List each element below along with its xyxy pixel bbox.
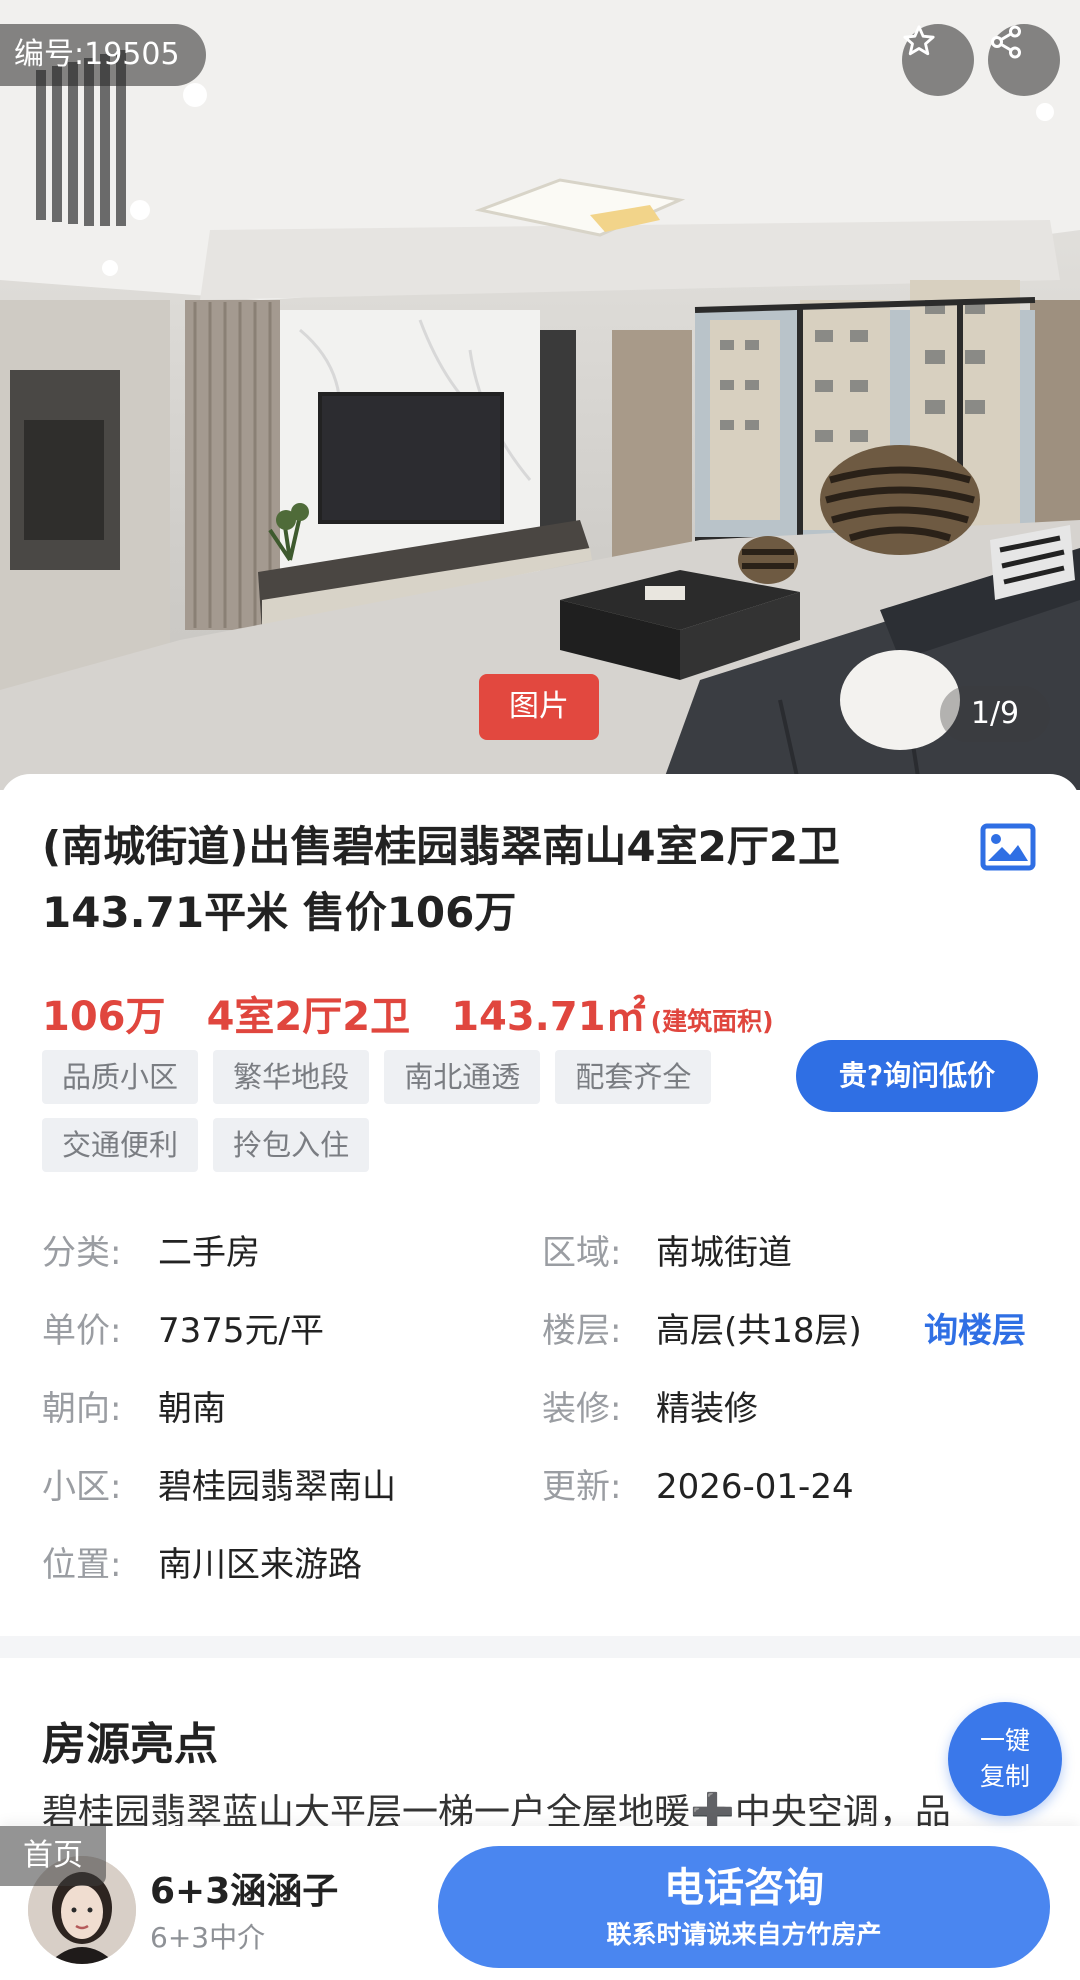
detail-row: 单价: 7375元/平 楼层: 高层(共18层) 询楼层 xyxy=(42,1292,1042,1370)
photo-counter: 1/9 xyxy=(940,686,1050,742)
community-value: 碧桂园翡翠南山 xyxy=(158,1467,396,1507)
call-button-subtitle: 联系时请说来自方竹房产 xyxy=(606,1920,882,1949)
call-button-label: 电话咨询 xyxy=(664,1865,824,1911)
agent-name: 6+3涵涵子 xyxy=(150,1871,339,1912)
agent-agency: 6+3中介 xyxy=(150,1921,266,1954)
phone-consult-button[interactable]: 电话咨询 联系时请说来自方竹房产 xyxy=(438,1846,1050,1968)
updated-label: 更新: xyxy=(542,1467,622,1507)
feature-tag: 交通便利 xyxy=(42,1118,199,1172)
feature-tags: 品质小区 繁华地段 南北通透 配套齐全 交通便利 拎包入住 xyxy=(42,1050,762,1186)
category-label: 分类: xyxy=(42,1233,122,1273)
ask-floor-link[interactable]: 询楼层 xyxy=(924,1292,1026,1370)
detail-row: 朝向: 朝南 装修: 精装修 xyxy=(42,1370,1042,1448)
region-value: 南城街道 xyxy=(656,1233,792,1273)
room-layout: 4室2厅2卫 xyxy=(206,994,411,1040)
star-icon xyxy=(903,25,935,56)
living-room-photo xyxy=(0,0,1080,790)
photo-tab-badge[interactable]: 图片 xyxy=(479,674,599,740)
feature-tag: 品质小区 xyxy=(42,1050,199,1104)
feature-tag: 南北通透 xyxy=(384,1050,541,1104)
orientation-value: 朝南 xyxy=(158,1389,226,1429)
updated-value: 2026-01-24 xyxy=(656,1467,854,1507)
community-label: 小区: xyxy=(42,1467,122,1507)
listing-page: 编号:19505 图片 1/9 (南城街道)出售碧桂园翡翠南山4室2厅2卫143… xyxy=(0,0,1080,1980)
orientation-label: 朝向: xyxy=(42,1389,122,1429)
detail-row: 位置: 南川区来游路 xyxy=(42,1526,1042,1604)
floor-value: 高层(共18层) xyxy=(656,1311,862,1351)
gallery-icon[interactable] xyxy=(980,822,1036,872)
home-tab[interactable]: 首页 xyxy=(0,1826,106,1886)
feature-tag: 繁华地段 xyxy=(213,1050,370,1104)
detail-row: 小区: 碧桂园翡翠南山 更新: 2026-01-24 xyxy=(42,1448,1042,1526)
section-divider xyxy=(0,1636,1080,1658)
feature-tag: 配套齐全 xyxy=(555,1050,712,1104)
listing-info-card: (南城街道)出售碧桂园翡翠南山4室2厅2卫143.71平米 售价106万 106… xyxy=(0,774,1080,1636)
share-icon xyxy=(991,25,1021,59)
region-label: 区域: xyxy=(542,1233,622,1273)
share-button[interactable] xyxy=(988,24,1060,96)
highlights-title: 房源亮点 xyxy=(42,1719,218,1770)
category-value: 二手房 xyxy=(158,1233,260,1273)
floor-area: 143.71㎡ xyxy=(451,994,646,1040)
listing-photo[interactable]: 编号:19505 图片 1/9 xyxy=(0,0,1080,790)
ask-lower-price-button[interactable]: 贵?询问低价 xyxy=(796,1040,1038,1112)
copy-button-line2: 复制 xyxy=(979,1762,1030,1791)
location-value: 南川区来游路 xyxy=(158,1545,362,1585)
listing-title: (南城街道)出售碧桂园翡翠南山4室2厅2卫143.71平米 售价106万 xyxy=(42,822,841,937)
location-label: 位置: xyxy=(42,1545,122,1585)
unit-price-value: 7375元/平 xyxy=(158,1311,324,1351)
copy-button-line1: 一键 xyxy=(979,1726,1030,1755)
detail-row: 分类: 二手房 区域: 南城街道 xyxy=(42,1214,1042,1292)
total-price: 106万 xyxy=(42,994,166,1040)
decoration-value: 精装修 xyxy=(656,1389,758,1429)
floor-label: 楼层: xyxy=(542,1311,622,1351)
feature-tag: 拎包入住 xyxy=(213,1118,370,1172)
one-click-copy-button[interactable]: 一键 复制 xyxy=(948,1702,1062,1816)
favorite-button[interactable] xyxy=(902,24,974,96)
listing-id-badge: 编号:19505 xyxy=(0,24,206,86)
unit-price-label: 单价: xyxy=(42,1311,122,1351)
decoration-label: 装修: xyxy=(542,1389,622,1429)
price-summary: 106万 4室2厅2卫 143.71㎡ (建筑面积) xyxy=(42,984,774,1044)
property-details: 分类: 二手房 区域: 南城街道 单价: 7375元/平 楼层: 高层(共18层… xyxy=(42,1214,1042,1604)
floor-area-note: (建筑面积) xyxy=(650,1007,774,1036)
